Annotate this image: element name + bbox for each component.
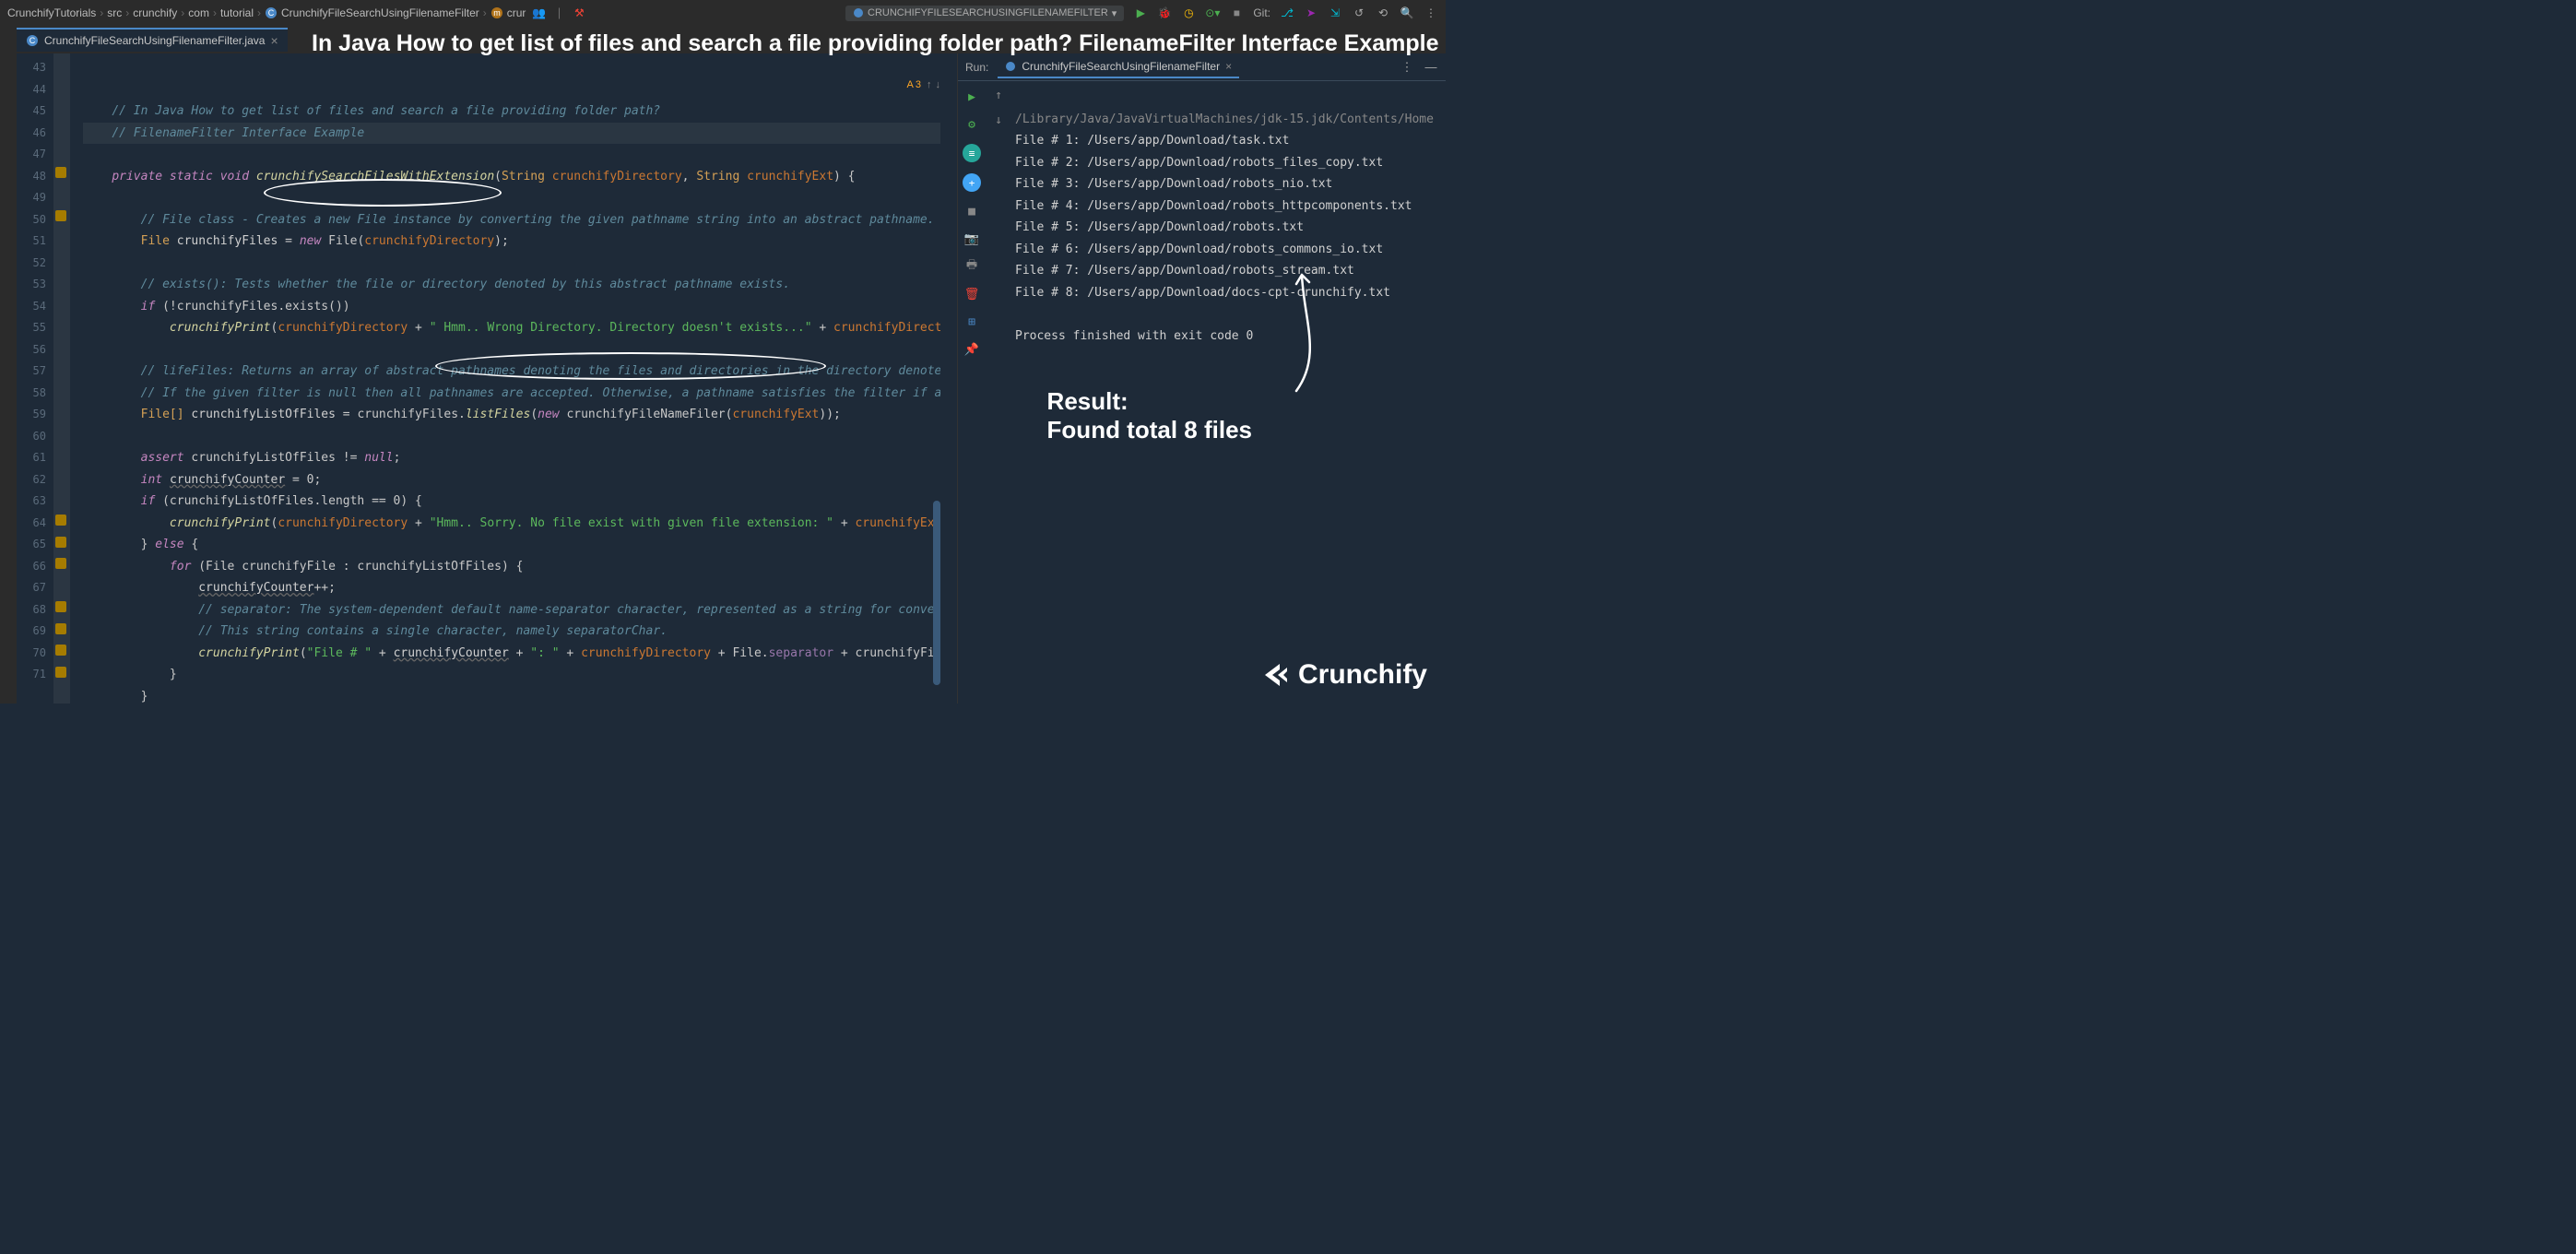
crumb[interactable]: src xyxy=(107,6,122,19)
top-toolbar: CrunchifyTutorials› src› crunchify› com›… xyxy=(0,0,1446,26)
badge-icon[interactable]: ≡ xyxy=(963,144,981,162)
run-configuration-selector[interactable]: CRUNCHIFYFILESEARCHUSINGFILENAMEFILTER ▾ xyxy=(845,6,1124,21)
main-area: 434445 464748 495051 525354 555657 58596… xyxy=(0,53,1446,704)
toolbar-right: CRUNCHIFYFILESEARCHUSINGFILENAMEFILTER ▾… xyxy=(845,6,1438,21)
coverage-icon[interactable]: ◷ xyxy=(1181,6,1196,20)
result-overlay: Result: Found total 8 files xyxy=(1047,387,1252,444)
rollback-icon[interactable]: ⟲ xyxy=(1376,6,1390,20)
hammer-icon[interactable]: ⚒ xyxy=(572,6,586,20)
rerun-icon[interactable]: ▶ xyxy=(963,89,980,105)
code-area[interactable]: // In Java How to get list of files and … xyxy=(83,53,940,704)
class-icon: C xyxy=(26,34,39,47)
logo-text: Crunchify xyxy=(1298,659,1427,691)
crumb[interactable]: CrunchifyFileSearchUsingFilenameFilter xyxy=(281,6,479,19)
editor-scrollbar[interactable] xyxy=(933,501,940,685)
search-icon[interactable]: 🔍 xyxy=(1400,6,1414,20)
svg-text:C: C xyxy=(268,8,275,18)
arrow-annotation xyxy=(1294,273,1331,393)
crumb[interactable]: CrunchifyTutorials xyxy=(7,6,96,19)
run-config-label: CRUNCHIFYFILESEARCHUSINGFILENAMEFILTER xyxy=(868,7,1108,18)
left-tool-strip[interactable] xyxy=(0,53,17,704)
users-icon[interactable]: 👥 xyxy=(531,6,546,20)
down-icon[interactable]: ↓ xyxy=(936,79,941,90)
class-icon: C xyxy=(265,6,278,19)
stop-icon[interactable]: ■ xyxy=(963,203,980,219)
pin-icon[interactable]: 📌 xyxy=(963,341,980,358)
settings-icon[interactable]: ⚙ xyxy=(963,116,980,133)
run-panel: Run: CrunchifyFileSearchUsingFilenameFil… xyxy=(957,53,1446,704)
print-icon[interactable]: 🖶 xyxy=(963,258,980,275)
close-icon[interactable]: × xyxy=(1225,60,1232,73)
gutter-marks xyxy=(53,53,70,704)
chevron-down-icon: ▾ xyxy=(1112,7,1117,19)
editor-tab[interactable]: C CrunchifyFileSearchUsingFilenameFilter… xyxy=(17,28,288,52)
close-icon[interactable]: × xyxy=(270,33,278,48)
ai-icon: A xyxy=(907,79,914,90)
up-icon[interactable]: ↑ xyxy=(927,79,932,90)
run-side-toolbar: ▶ ⚙ ≡ + ■ 📷 🖶 🗑 ⊞ 📌 xyxy=(958,81,986,704)
crunchify-logo: Crunchify xyxy=(1261,659,1427,691)
stop-icon[interactable]: ■ xyxy=(1229,6,1244,20)
badge-add-icon[interactable]: + xyxy=(963,173,981,192)
crumb[interactable]: crur xyxy=(507,6,526,19)
down-icon[interactable]: ↓ xyxy=(995,113,1002,127)
divider-icon: ｜ xyxy=(551,6,566,20)
run-tab-name: CrunchifyFileSearchUsingFilenameFilter xyxy=(1022,60,1220,73)
svg-text:C: C xyxy=(30,36,36,45)
play-icon[interactable]: ▶ xyxy=(1133,6,1148,20)
run-tab[interactable]: CrunchifyFileSearchUsingFilenameFilter × xyxy=(998,56,1239,78)
fold-column[interactable] xyxy=(70,53,83,704)
more-icon[interactable]: ⋮ xyxy=(1424,6,1438,20)
crumb[interactable]: crunchify xyxy=(133,6,177,19)
camera-icon[interactable]: 📷 xyxy=(963,231,980,247)
svg-text:m: m xyxy=(493,8,501,18)
line-gutter: 434445 464748 495051 525354 555657 58596… xyxy=(17,53,53,704)
git-push-icon[interactable]: ➤ xyxy=(1304,6,1318,20)
git-branch-icon[interactable]: ⎇ xyxy=(1280,6,1294,20)
more-icon[interactable]: ⋮ xyxy=(1400,60,1414,75)
layout-icon[interactable]: ⊞ xyxy=(963,314,980,330)
breadcrumb[interactable]: CrunchifyTutorials› src› crunchify› com›… xyxy=(7,6,526,19)
tab-name: CrunchifyFileSearchUsingFilenameFilter.j… xyxy=(44,34,265,47)
logo-icon xyxy=(1261,662,1291,688)
profile-icon[interactable]: ⊙▾ xyxy=(1205,6,1220,20)
editor[interactable]: 434445 464748 495051 525354 555657 58596… xyxy=(17,53,957,704)
run-label: Run: xyxy=(965,61,988,74)
debug-icon[interactable]: 🐞 xyxy=(1157,6,1172,20)
history-icon[interactable]: ↺ xyxy=(1352,6,1366,20)
crumb[interactable]: com xyxy=(188,6,209,19)
git-label: Git: xyxy=(1253,6,1270,19)
method-icon: m xyxy=(490,6,503,19)
inspection-stripe[interactable] xyxy=(940,53,957,704)
hide-icon[interactable]: — xyxy=(1424,60,1438,75)
crumb[interactable]: tutorial xyxy=(220,6,254,19)
inspection-indicator[interactable]: A3 ↑↓ xyxy=(907,79,940,90)
class-icon xyxy=(1005,61,1016,72)
title-overlay: In Java How to get list of files and sea… xyxy=(312,30,1439,58)
git-pull-icon[interactable]: ⇲ xyxy=(1328,6,1342,20)
up-icon[interactable]: ↑ xyxy=(995,89,1002,102)
delete-icon[interactable]: 🗑 xyxy=(963,286,980,302)
